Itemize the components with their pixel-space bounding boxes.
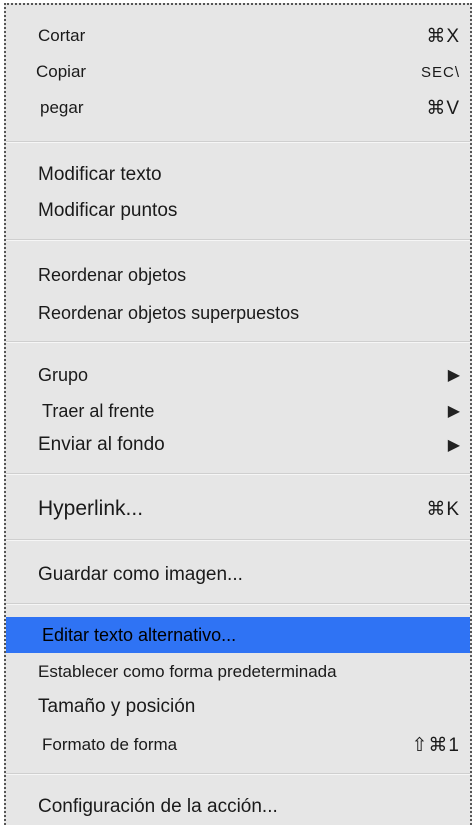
menu-item-guardar-imagen[interactable]: Guardar como imagen... [6,555,470,595]
menu-item-modificar-texto[interactable]: Modificar texto [6,157,470,193]
menu-item-label: Establecer como forma predeterminada [38,662,337,681]
menu-separator [6,773,470,775]
menu-item-configuracion-accion[interactable]: Configuración de la acción... [6,787,470,827]
menu-item-label: Tamaño y posición [38,696,196,717]
menu-item-label: Configuración de la acción... [38,796,278,817]
menu-item-label: Grupo [38,364,89,385]
menu-item-label: Traer al frente [42,400,155,421]
submenu-arrow-icon: ▶ [447,437,460,454]
menu-item-label: Hyperlink... [38,497,144,520]
context-menu: Cortar ⌘X Copiar SEC\ pegar ⌘V Modificar… [4,3,472,825]
menu-separator [6,239,470,241]
menu-item-reordenar-superpuestos[interactable]: Reordenar objetos superpuestos [6,295,470,331]
menu-separator [6,539,470,541]
menu-item-label: Editar texto alternativo... [42,624,237,645]
menu-item-label: Cortar [38,26,86,45]
menu-item-grupo[interactable]: Grupo ▶ [6,357,470,393]
menu-item-traer-al-frente[interactable]: Traer al frente ▶ [6,393,470,429]
menu-item-label: Reordenar objetos [38,264,187,285]
shortcut-paste: ⌘V [426,97,460,119]
menu-item-cortar[interactable]: Cortar ⌘X [6,19,470,53]
menu-item-editar-texto-alternativo[interactable]: Editar texto alternativo... [6,617,470,653]
menu-item-label: Formato de forma [42,735,178,754]
submenu-arrow-icon: ▶ [447,403,460,420]
menu-item-label: Enviar al fondo [38,434,165,455]
menu-item-label: Modificar texto [38,164,162,185]
menu-item-label: Modificar puntos [38,200,178,221]
menu-item-label: pegar [40,98,84,117]
menu-item-modificar-puntos[interactable]: Modificar puntos [6,193,470,229]
menu-item-formato-forma[interactable]: Formato de forma ⇧⌘1 [6,727,470,763]
menu-item-hyperlink[interactable]: Hyperlink... ⌘K [6,489,470,529]
submenu-arrow-icon: ▶ [447,367,460,384]
shortcut-cut: ⌘X [426,25,460,47]
menu-item-pegar[interactable]: pegar ⌘V [6,91,470,125]
menu-item-tamano-posicion[interactable]: Tamaño y posición [6,689,470,725]
menu-separator [6,473,470,475]
menu-item-enviar-al-fondo[interactable]: Enviar al fondo ▶ [6,427,470,463]
shortcut-hyperlink: ⌘K [426,498,460,520]
menu-item-copiar[interactable]: Copiar SEC\ [6,55,470,89]
shortcut-format-shape: ⇧⌘1 [411,734,460,756]
menu-separator [6,603,470,605]
menu-item-label: Guardar como imagen... [38,564,243,585]
menu-item-forma-predeterminada[interactable]: Establecer como forma predeterminada [6,655,470,689]
menu-separator [6,141,470,143]
shortcut-copy: SEC\ [420,63,460,81]
menu-item-label: Reordenar objetos superpuestos [38,302,300,323]
menu-item-reordenar-objetos[interactable]: Reordenar objetos [6,257,470,293]
menu-item-label: Copiar [36,62,87,81]
menu-separator [6,341,470,343]
